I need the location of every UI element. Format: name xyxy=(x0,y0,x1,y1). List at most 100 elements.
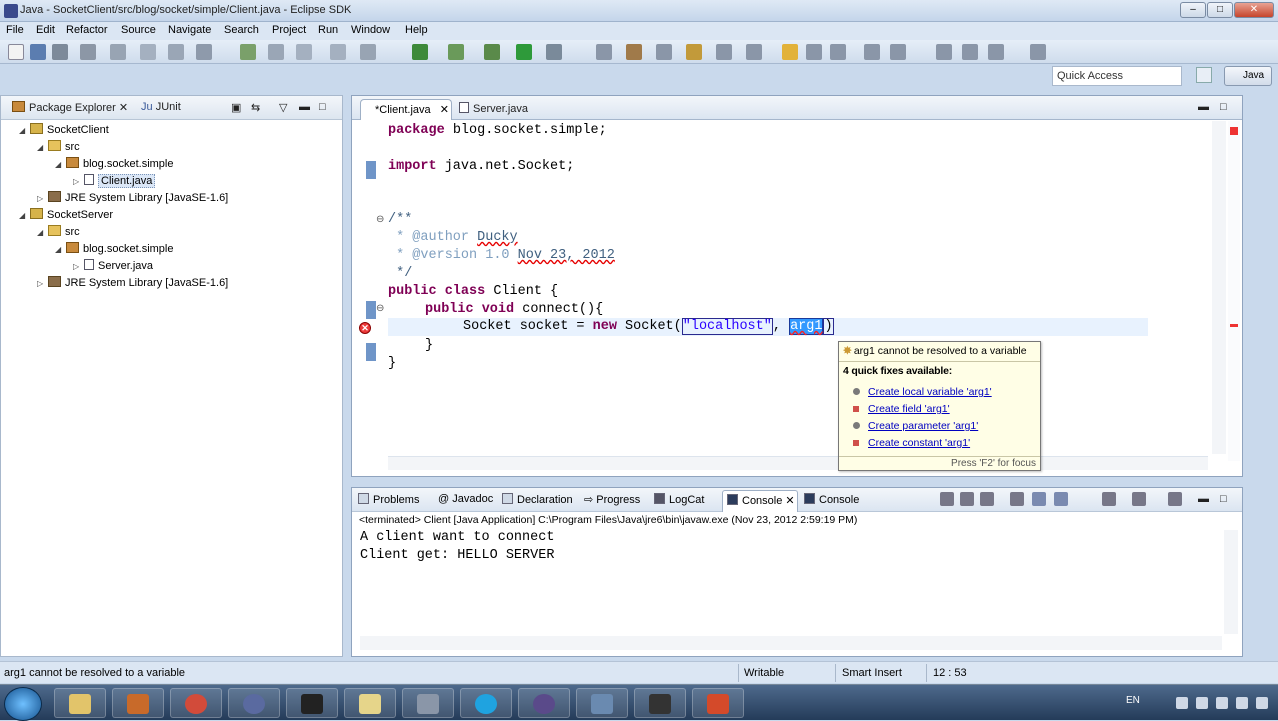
tree-item-package[interactable]: ◢ blog.socket.simple xyxy=(1,242,174,258)
code-line[interactable]: public class Client { xyxy=(388,283,558,301)
external-tools-icon[interactable] xyxy=(484,44,500,60)
error-token[interactable]: arg1 xyxy=(789,318,824,335)
app-task-icon[interactable] xyxy=(634,688,686,718)
save-icon[interactable] xyxy=(30,44,46,60)
pin-console-icon[interactable] xyxy=(1054,492,1068,506)
maximize-view-icon[interactable]: □ xyxy=(319,101,326,113)
tree-item-src[interactable]: ◢ src xyxy=(1,140,80,156)
expand-icon[interactable]: ◢ xyxy=(19,211,27,220)
eclipse-task-icon[interactable] xyxy=(228,688,280,718)
start-button-icon[interactable] xyxy=(4,687,42,721)
new-package-icon[interactable] xyxy=(626,44,642,60)
expand-icon[interactable]: ◢ xyxy=(55,160,63,169)
new-java-icon[interactable] xyxy=(596,44,612,60)
maximize-button[interactable]: □ xyxy=(1207,2,1233,18)
expand-icon[interactable]: ◢ xyxy=(19,126,27,135)
menu-edit[interactable]: Edit xyxy=(36,24,55,36)
close-icon[interactable]: ✕ xyxy=(785,495,794,507)
quick-fix-local-variable[interactable]: Create local variable 'arg1' xyxy=(853,386,992,398)
tab-logcat[interactable]: LogCat xyxy=(654,493,704,506)
tool8-icon[interactable] xyxy=(830,44,846,60)
error-icon[interactable]: ✕ xyxy=(359,322,371,334)
clear-console-icon[interactable] xyxy=(1010,492,1024,506)
device-icon[interactable] xyxy=(168,44,184,60)
quick-fix-constant[interactable]: Create constant 'arg1' xyxy=(853,437,970,449)
media-task-icon[interactable] xyxy=(112,688,164,718)
skype-task-icon[interactable] xyxy=(460,688,512,718)
eclipse2-task-icon[interactable] xyxy=(518,688,570,718)
minimize-view-icon[interactable]: ▬ xyxy=(1198,101,1209,113)
tool2-icon[interactable] xyxy=(296,44,312,60)
recorder-task-icon[interactable] xyxy=(692,688,744,718)
quick-fix-parameter[interactable]: Create parameter 'arg1' xyxy=(853,420,978,432)
code-line[interactable]: } xyxy=(425,337,433,355)
save-all-icon[interactable] xyxy=(52,44,68,60)
collapse-arrow-icon[interactable]: ▷ xyxy=(73,177,81,186)
quick-fix-field[interactable]: Create field 'arg1' xyxy=(853,403,950,415)
code-line[interactable]: /** xyxy=(388,211,412,229)
console-vertical-scrollbar[interactable] xyxy=(1224,530,1238,634)
tool4-icon[interactable] xyxy=(360,44,376,60)
tool7-icon[interactable] xyxy=(806,44,822,60)
terminate-icon[interactable] xyxy=(940,492,954,506)
menu-source[interactable]: Source xyxy=(121,24,156,36)
tab-package-explorer[interactable]: Package Explorer ✕ xyxy=(9,101,128,114)
next-annotation-icon[interactable] xyxy=(864,44,880,60)
coverage-icon[interactable] xyxy=(448,44,464,60)
print-icon[interactable] xyxy=(80,44,96,60)
back-icon[interactable] xyxy=(962,44,978,60)
sdk-icon[interactable] xyxy=(196,44,212,60)
code-line[interactable]: package blog.socket.simple; xyxy=(388,122,607,140)
editor-horizontal-scrollbar[interactable] xyxy=(388,456,1208,470)
minimize-button[interactable]: – xyxy=(1180,2,1206,18)
open-console-icon[interactable] xyxy=(1132,492,1146,506)
last-edit-icon[interactable] xyxy=(936,44,952,60)
collapse-arrow-icon[interactable]: ▷ xyxy=(37,194,45,203)
editor-vertical-scrollbar[interactable] xyxy=(1212,121,1226,454)
tab-console-2[interactable]: Console xyxy=(804,493,859,506)
expand-icon[interactable]: ◢ xyxy=(55,245,63,254)
maximize-view-icon[interactable]: □ xyxy=(1220,101,1227,113)
terminal-task-icon[interactable] xyxy=(286,688,338,718)
tree-item-src[interactable]: ◢ src xyxy=(1,225,80,241)
tab-client-java[interactable]: *Client.java ✕ xyxy=(360,99,452,120)
close-icon[interactable]: ✕ xyxy=(440,104,449,116)
tab-server-java[interactable]: Server.java xyxy=(456,102,528,115)
build-icon[interactable] xyxy=(110,44,126,60)
action-center-icon[interactable] xyxy=(1216,697,1228,709)
mark-occurrences-icon[interactable] xyxy=(782,44,798,60)
run-icon[interactable] xyxy=(516,44,532,60)
tools-task-icon[interactable] xyxy=(402,688,454,718)
display-console-icon[interactable] xyxy=(1102,492,1116,506)
code-line[interactable]: * @author Ducky xyxy=(388,229,518,247)
error-marker-icon[interactable] xyxy=(1230,324,1238,327)
menu-project[interactable]: Project xyxy=(272,24,306,36)
expand-icon[interactable]: ◢ xyxy=(37,143,45,152)
open-type-icon[interactable] xyxy=(686,44,702,60)
tab-junit[interactable]: Ju JUnit xyxy=(141,101,181,113)
menu-search[interactable]: Search xyxy=(224,24,259,36)
network-icon[interactable] xyxy=(1176,697,1188,709)
code-line[interactable]: * @version 1.0 Nov 23, 2012 xyxy=(388,247,615,265)
check-icon[interactable] xyxy=(240,44,256,60)
code-line[interactable]: public void connect(){ xyxy=(425,301,603,319)
tree-item-jre[interactable]: ▷ JRE System Library [JavaSE-1.6] xyxy=(1,191,228,207)
tree-item-server-java[interactable]: ▷ Server.java xyxy=(1,259,153,275)
tool-icon[interactable] xyxy=(268,44,284,60)
volume-icon[interactable] xyxy=(1196,697,1208,709)
tab-problems[interactable]: Problems xyxy=(358,493,419,506)
close-icon[interactable]: ✕ xyxy=(119,102,128,114)
menu-navigate[interactable]: Navigate xyxy=(168,24,211,36)
console-horizontal-scrollbar[interactable] xyxy=(360,636,1222,650)
menu-refactor[interactable]: Refactor xyxy=(66,24,108,36)
tree-item-package[interactable]: ◢ blog.socket.simple xyxy=(1,157,174,173)
scroll-lock-icon[interactable] xyxy=(1032,492,1046,506)
view-menu-icon[interactable]: ▽ xyxy=(279,101,287,114)
new-class-icon[interactable] xyxy=(656,44,672,60)
close-button[interactable]: ✕ xyxy=(1234,2,1274,18)
screen-task-icon[interactable] xyxy=(576,688,628,718)
new-icon[interactable] xyxy=(8,44,24,60)
menu-run[interactable]: Run xyxy=(318,24,338,36)
tray-app-icon[interactable] xyxy=(1236,697,1248,709)
tool5-icon[interactable] xyxy=(546,44,562,60)
